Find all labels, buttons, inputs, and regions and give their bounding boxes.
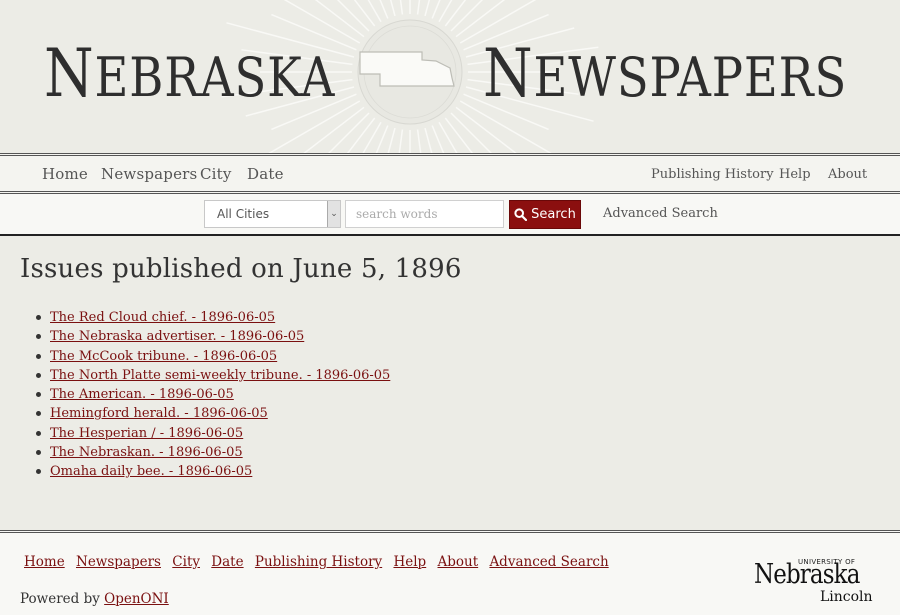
openoni-link[interactable]: OpenONI	[104, 591, 169, 607]
nav-newspapers[interactable]: Newspapers	[101, 165, 197, 183]
list-item: The Hesperian / - 1896-06-05	[36, 424, 390, 443]
bullet-icon	[36, 469, 41, 475]
issue-link[interactable]: The Nebraskan. - 1896-06-05	[50, 445, 243, 460]
footer-link-date[interactable]: Date	[211, 554, 243, 570]
site-banner: NEBRASKA NEWSPAPERS	[0, 0, 900, 153]
list-item: The Nebraskan. - 1896-06-05	[36, 443, 390, 462]
footer-link-city[interactable]: City	[172, 554, 200, 570]
nav-about[interactable]: About	[828, 167, 867, 182]
issue-link[interactable]: The North Platte semi-weekly tribune. - …	[50, 368, 390, 383]
city-select[interactable]: All Cities ⌄	[204, 200, 341, 228]
footer-link-newspapers[interactable]: Newspapers	[76, 554, 161, 570]
issue-link[interactable]: The American. - 1896-06-05	[50, 387, 234, 402]
bullet-icon	[36, 430, 41, 436]
footer-link-advanced-search[interactable]: Advanced Search	[489, 554, 608, 570]
nav-publishing-history[interactable]: Publishing History	[651, 167, 774, 182]
bullet-icon	[36, 315, 41, 320]
city-select-value: All Cities	[217, 207, 270, 221]
nav-home[interactable]: Home	[42, 165, 88, 183]
list-item: Omaha daily bee. - 1896-06-05	[36, 462, 390, 481]
issue-link[interactable]: The Nebraska advertiser. - 1896-06-05	[50, 329, 304, 344]
search-icon	[514, 208, 528, 221]
bullet-icon	[36, 372, 41, 378]
nav-city[interactable]: City	[200, 165, 232, 183]
powered-by-label: Powered by	[20, 591, 100, 607]
issue-link[interactable]: The McCook tribune. - 1896-06-05	[50, 349, 277, 364]
footer-link-publishing-history[interactable]: Publishing History	[255, 554, 382, 570]
bullet-icon	[36, 334, 41, 340]
unl-logo[interactable]: UNIVERSITY OF Nebraska Lincoln	[754, 555, 873, 607]
nebraska-state-icon	[359, 51, 455, 87]
list-item: The Nebraska advertiser. - 1896-06-05	[36, 327, 390, 346]
bullet-icon	[36, 411, 41, 417]
list-item: Hemingford herald. - 1896-06-05	[36, 404, 390, 423]
search-button-label: Search	[531, 207, 576, 222]
bullet-icon	[36, 353, 41, 359]
search-input[interactable]	[345, 200, 504, 228]
issue-link[interactable]: The Hesperian / - 1896-06-05	[50, 426, 243, 441]
list-item: The North Platte semi-weekly tribune. - …	[36, 366, 390, 385]
footer-links: Home Newspapers City Date Publishing His…	[24, 554, 616, 570]
footer-link-home[interactable]: Home	[24, 554, 65, 570]
issue-link[interactable]: Omaha daily bee. - 1896-06-05	[50, 464, 252, 479]
main-nav: Home Newspapers City Date Publishing His…	[0, 153, 900, 194]
powered-by: Powered by OpenONI	[20, 591, 169, 607]
logo-lincoln: Lincoln	[820, 589, 873, 605]
nav-help[interactable]: Help	[779, 167, 811, 182]
bullet-icon	[36, 392, 41, 398]
list-item: The McCook tribune. - 1896-06-05	[36, 347, 390, 366]
chevron-down-icon[interactable]: ⌄	[327, 201, 340, 227]
search-button[interactable]: Search	[509, 200, 581, 229]
advanced-search-link[interactable]: Advanced Search	[603, 206, 718, 221]
footer-link-help[interactable]: Help	[393, 554, 426, 570]
list-item: The American. - 1896-06-05	[36, 385, 390, 404]
page-title: Issues published on June 5, 1896	[20, 254, 462, 284]
footer-link-about[interactable]: About	[438, 554, 479, 570]
list-item: The Red Cloud chief. - 1896-06-05	[36, 308, 390, 327]
issues-list: The Red Cloud chief. - 1896-06-05 The Ne…	[36, 308, 390, 482]
issue-link[interactable]: Hemingford herald. - 1896-06-05	[50, 406, 268, 421]
logo-nebraska: Nebraska	[754, 559, 860, 590]
banner-title-right: NEWSPAPERS	[483, 35, 848, 112]
banner-title-left: NEBRASKA	[44, 35, 336, 112]
bullet-icon	[36, 450, 41, 456]
search-bar: All Cities ⌄ Search Advanced Search	[0, 194, 900, 236]
site-footer: Home Newspapers City Date Publishing His…	[0, 530, 900, 615]
nav-date[interactable]: Date	[247, 165, 284, 183]
issue-link[interactable]: The Red Cloud chief. - 1896-06-05	[50, 310, 275, 325]
